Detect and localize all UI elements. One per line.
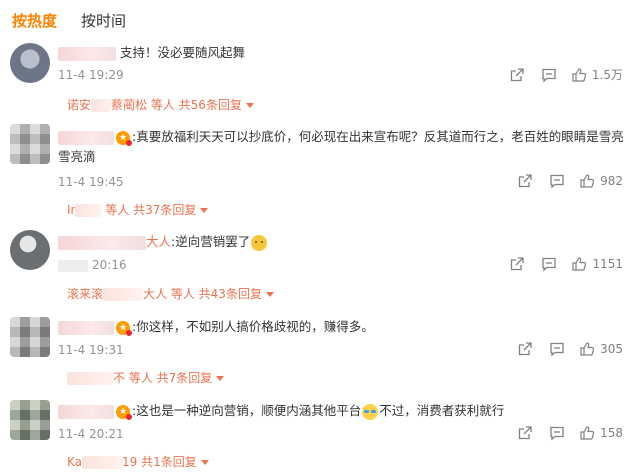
like-count: 158 bbox=[600, 426, 623, 440]
comment-time: 11-4 19:29 bbox=[58, 68, 124, 82]
username-redacted[interactable] bbox=[58, 46, 116, 61]
comment-text: 支持！没必要随风起舞 bbox=[58, 43, 245, 63]
chevron-down-icon bbox=[200, 460, 209, 465]
like-button[interactable]: 158 bbox=[579, 425, 623, 441]
avatar[interactable] bbox=[10, 124, 50, 164]
like-button[interactable]: 305 bbox=[579, 341, 623, 357]
username-redacted[interactable] bbox=[58, 320, 114, 335]
comment-actions: 305 bbox=[515, 341, 623, 357]
sort-tabs: 按热度 按时间 bbox=[12, 8, 126, 32]
comment-button[interactable] bbox=[547, 341, 565, 357]
share-button[interactable] bbox=[515, 173, 533, 189]
username-redacted[interactable] bbox=[58, 235, 146, 250]
crying-laughing-emoji-icon bbox=[362, 403, 379, 420]
username-redacted[interactable] bbox=[58, 130, 114, 145]
tab-hot[interactable]: 按热度 bbox=[12, 10, 57, 31]
share-button[interactable] bbox=[507, 256, 525, 272]
comment-text: 大人:逆向营销罢了 bbox=[58, 232, 268, 252]
share-icon bbox=[518, 342, 532, 356]
avatar[interactable] bbox=[10, 400, 50, 440]
replies-link[interactable]: Ka 19 共1条回复 bbox=[67, 453, 209, 470]
comment-button[interactable] bbox=[547, 425, 565, 441]
chevron-down-icon bbox=[216, 376, 225, 381]
comment-actions: 1151 bbox=[507, 256, 623, 272]
chevron-down-icon bbox=[200, 208, 209, 213]
comment-actions: 982 bbox=[515, 173, 623, 189]
vip-badge-icon: ★ bbox=[116, 130, 132, 146]
like-count: 1.5万 bbox=[591, 68, 623, 82]
replies-link[interactable]: Ir 等人 共37条回复 bbox=[67, 201, 209, 218]
avatar[interactable] bbox=[10, 43, 50, 83]
tab-time[interactable]: 按时间 bbox=[81, 10, 126, 31]
thumbs-up-icon bbox=[580, 426, 595, 440]
thumbs-up-icon bbox=[580, 342, 595, 356]
like-button[interactable]: 1.5万 bbox=[571, 66, 623, 83]
comment-button[interactable] bbox=[539, 256, 557, 272]
thumbs-up-icon bbox=[580, 174, 595, 188]
thumbs-up-icon bbox=[572, 67, 587, 82]
comment-time: 11-4 20:21 bbox=[58, 427, 124, 441]
like-count: 982 bbox=[600, 174, 623, 188]
thumbs-up-icon bbox=[572, 257, 587, 271]
comment-time: 20:16 bbox=[58, 258, 127, 272]
comment-button[interactable] bbox=[547, 173, 565, 189]
replies-link[interactable]: 诺安 蔡蔺松 等人 共56条回复 bbox=[67, 96, 254, 113]
username-redacted[interactable] bbox=[58, 404, 114, 419]
comment-icon bbox=[550, 342, 564, 357]
comment-actions: 158 bbox=[515, 425, 623, 441]
comment-icon bbox=[542, 257, 557, 272]
comment-text: ★:你这样，不如别人搞价格歧视的，赚得多。 bbox=[58, 317, 374, 337]
comment-text: ★:这也是一种逆向营销，顺便内涵其他平台 不过，消费者获利就行 bbox=[58, 401, 504, 421]
comment-text: ★:真要放福利天天可以抄底价，何必现在出来宣布呢？反其道而行之，老百姓的眼睛是雪… bbox=[58, 129, 624, 164]
comment-button[interactable] bbox=[539, 67, 557, 83]
comment-icon bbox=[542, 68, 556, 82]
vip-badge-icon: ★ bbox=[116, 320, 132, 336]
chevron-down-icon bbox=[245, 103, 254, 108]
share-button[interactable] bbox=[515, 341, 533, 357]
like-button[interactable]: 982 bbox=[579, 173, 623, 189]
replies-link[interactable]: 不 等人 共7条回复 bbox=[67, 369, 225, 386]
chevron-down-icon bbox=[265, 292, 274, 297]
avatar[interactable] bbox=[10, 230, 50, 270]
comment-time: 11-4 19:31 bbox=[58, 343, 124, 357]
replies-link[interactable]: 滚来滚 大人 等人 共43条回复 bbox=[67, 285, 274, 302]
vip-badge-icon: ★ bbox=[116, 404, 132, 420]
like-count: 305 bbox=[600, 342, 623, 356]
comment-icon bbox=[550, 174, 564, 189]
comment-time: 11-4 19:45 bbox=[58, 175, 124, 189]
share-button[interactable] bbox=[515, 425, 533, 441]
share-icon bbox=[510, 67, 524, 81]
doge-emoji-icon bbox=[251, 234, 268, 251]
like-count: 1151 bbox=[592, 257, 623, 271]
comment-actions: 1.5万 bbox=[507, 66, 623, 83]
like-button[interactable]: 1151 bbox=[571, 256, 623, 272]
share-icon bbox=[518, 174, 532, 188]
comment-icon bbox=[550, 426, 564, 441]
avatar[interactable] bbox=[10, 317, 50, 357]
share-icon bbox=[511, 257, 525, 271]
share-icon bbox=[518, 426, 532, 440]
share-button[interactable] bbox=[507, 67, 525, 83]
